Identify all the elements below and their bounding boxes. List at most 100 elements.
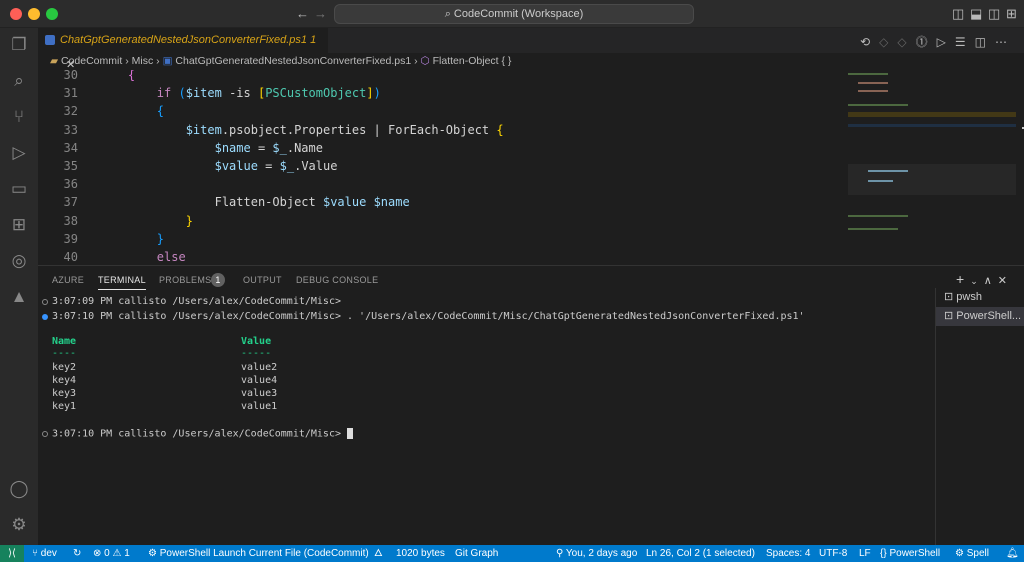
terminal-instance-label: PowerShell... <box>956 310 1022 322</box>
minimap-highlight <box>848 112 1016 117</box>
settings-gear-icon[interactable]: ⚙ <box>8 514 30 536</box>
terminal-instance-powershell[interactable]: ⊡ PowerShell... <box>936 307 1024 326</box>
tab-debug-console[interactable]: DEBUG CONSOLE <box>296 275 378 285</box>
timeline-next-icon[interactable]: ◇ <box>897 35 915 49</box>
folder-icon: ▰ <box>50 55 59 67</box>
terminal-line: 3:07:10 PM callisto /Users/alex/CodeComm… <box>52 311 805 322</box>
code-line: Flatten-Object $value $name <box>99 195 410 209</box>
sync-icon[interactable]: ↻ <box>73 545 81 562</box>
more-actions-icon[interactable]: ⋯ <box>995 35 1016 49</box>
forward-arrow-icon[interactable]: → <box>314 6 327 21</box>
notifications-bell-icon[interactable]: 🔔︎ <box>1006 545 1019 562</box>
toggle-secondary-sidebar-icon[interactable]: ◫ <box>988 6 1000 22</box>
blame-label: You, 2 days ago <box>565 548 638 559</box>
activity-bar: ❐ ⌕ ⑂ ▷ ▭ ⊞ ◎ ▲ ◯ ⚙ <box>0 28 38 545</box>
breadcrumb-item[interactable]: Flatten-Object { } <box>433 55 512 67</box>
azure-icon[interactable]: ▲ <box>8 286 30 308</box>
bottom-panel: AZURE TERMINAL PROBLEMS 1 OUTPUT DEBUG C… <box>38 265 1024 546</box>
branch-name: dev <box>40 548 57 559</box>
function-symbol-icon: ⬡ <box>420 55 430 67</box>
chevron-down-icon[interactable]: ⌄ <box>970 276 984 286</box>
table-header: Value <box>241 336 272 347</box>
indentation[interactable]: Spaces: 4 <box>766 545 810 562</box>
terminal-prompt-line: 3:07:10 PM callisto /Users/alex/CodeComm… <box>52 428 354 440</box>
git-graph-button[interactable]: Git Graph <box>455 545 498 562</box>
toggle-panel-icon[interactable]: ⬓ <box>970 6 982 22</box>
encoding[interactable]: UTF-8 <box>819 545 847 562</box>
remote-explorer-icon[interactable]: ▭ <box>8 178 30 200</box>
file-size[interactable]: 1020 bytes <box>396 545 445 562</box>
toggle-primary-sidebar-icon[interactable]: ◫ <box>952 6 964 22</box>
line-number: 37 <box>63 195 78 209</box>
git-blame-icon[interactable]: ⓵ <box>916 35 937 49</box>
minimap-selection <box>848 124 1016 127</box>
code-line: if ($item -is [PSCustomObject]) <box>156 86 381 100</box>
spell-label: Spell <box>966 548 989 559</box>
remote-indicator-icon[interactable]: ⟩⟨ <box>0 545 24 562</box>
table-underline: ----- <box>241 348 272 359</box>
minimap[interactable] <box>848 70 1024 265</box>
breadcrumb-item[interactable]: Misc <box>132 55 154 67</box>
customize-layout-icon[interactable]: ⊞ <box>1006 6 1017 22</box>
tab-azure[interactable]: AZURE <box>52 275 84 285</box>
minimize-window-button[interactable] <box>28 8 40 20</box>
back-arrow-icon[interactable]: ← <box>296 6 309 21</box>
table-header: Name <box>52 336 77 347</box>
table-cell: value3 <box>241 388 278 399</box>
close-window-button[interactable] <box>10 8 22 20</box>
search-icon[interactable]: ⌕ <box>8 70 30 92</box>
maximize-panel-icon[interactable]: ∧ <box>984 275 998 287</box>
line-number: 34 <box>63 141 78 155</box>
extensions-icon[interactable]: ⊞ <box>8 214 30 236</box>
cursor-position[interactable]: Ln 26, Col 2 (1 selected) <box>646 545 755 562</box>
outline-icon[interactable]: ☰ <box>955 35 975 49</box>
source-control-icon[interactable]: ⑂ <box>8 106 30 128</box>
run-debug-icon[interactable]: ▷ <box>8 142 30 164</box>
split-editor-icon[interactable]: ◫ <box>975 35 995 49</box>
git-graph-icon[interactable]: ◎ <box>8 250 30 272</box>
branch-item[interactable]: ⑂ dev <box>32 545 57 562</box>
error-count: 0 <box>104 548 110 559</box>
tab-problems[interactable]: PROBLEMS <box>159 275 211 285</box>
tab-output[interactable]: OUTPUT <box>243 275 282 285</box>
new-terminal-icon[interactable]: + <box>956 271 970 287</box>
search-icon: ⌕ <box>444 8 454 20</box>
line-number: 35 <box>63 159 78 173</box>
timeline-prev-icon[interactable]: ◇ <box>879 35 897 49</box>
launch-config-item[interactable]: ⚙ PowerShell Launch Current File (CodeCo… <box>148 545 369 562</box>
line-number: 38 <box>63 214 78 228</box>
problems-item[interactable]: ⊗ 0 ⚠ 1 <box>93 545 130 562</box>
editor-tab-bar: ChatGptGeneratedNestedJsonConverterFixed… <box>38 28 1024 71</box>
terminal-prompt: 3:07:10 PM callisto /Users/alex/CodeComm… <box>52 428 348 440</box>
flame-icon[interactable]: 🜂 <box>374 545 383 562</box>
table-cell: value1 <box>241 401 278 412</box>
terminal-instance-label: pwsh <box>956 291 982 303</box>
title-bar: ← → ⌕ CodeCommit (Workspace) ◫ ⬓ ◫ ⊞ <box>0 0 1024 28</box>
line-number: 33 <box>63 123 78 137</box>
line-number: 39 <box>63 232 78 246</box>
terminal-instance-pwsh[interactable]: ⊡ pwsh <box>936 288 1024 307</box>
language-label: PowerShell <box>889 548 941 559</box>
breadcrumb-item[interactable]: CodeCommit <box>61 55 122 67</box>
editor-tab[interactable]: ChatGptGeneratedNestedJsonConverterFixed… <box>38 28 328 71</box>
tab-terminal[interactable]: TERMINAL <box>98 275 146 290</box>
close-panel-icon[interactable]: ✕ <box>998 275 1013 287</box>
maximize-window-button[interactable] <box>46 8 58 20</box>
code-line: { <box>156 104 165 118</box>
spell-item[interactable]: ⚙ Spell <box>955 545 989 562</box>
line-number: 40 <box>63 250 78 264</box>
editor-actions: ⟲◇◇⓵▷☰◫⋯ <box>860 33 1016 50</box>
end-of-line[interactable]: LF <box>859 545 871 562</box>
explorer-icon[interactable]: ❐ <box>8 34 30 56</box>
command-decoration-icon <box>42 314 48 320</box>
accounts-icon[interactable]: ◯ <box>8 478 30 500</box>
run-icon[interactable]: ▷ <box>937 35 955 49</box>
language-mode[interactable]: {} PowerShell <box>880 545 940 562</box>
command-center-search[interactable]: ⌕ CodeCommit (Workspace) <box>334 4 694 24</box>
code-editor[interactable]: 30 31 32 33 34 35 36 37 38 39 40 { if ($… <box>38 70 848 265</box>
code-line: else <box>156 250 186 264</box>
breadcrumb-item[interactable]: ChatGptGeneratedNestedJsonConverterFixed… <box>175 55 411 67</box>
git-blame-item[interactable]: ⚲ You, 2 days ago <box>556 545 637 562</box>
timeline-back-icon[interactable]: ⟲ <box>860 35 879 49</box>
line-number: 31 <box>63 86 78 100</box>
